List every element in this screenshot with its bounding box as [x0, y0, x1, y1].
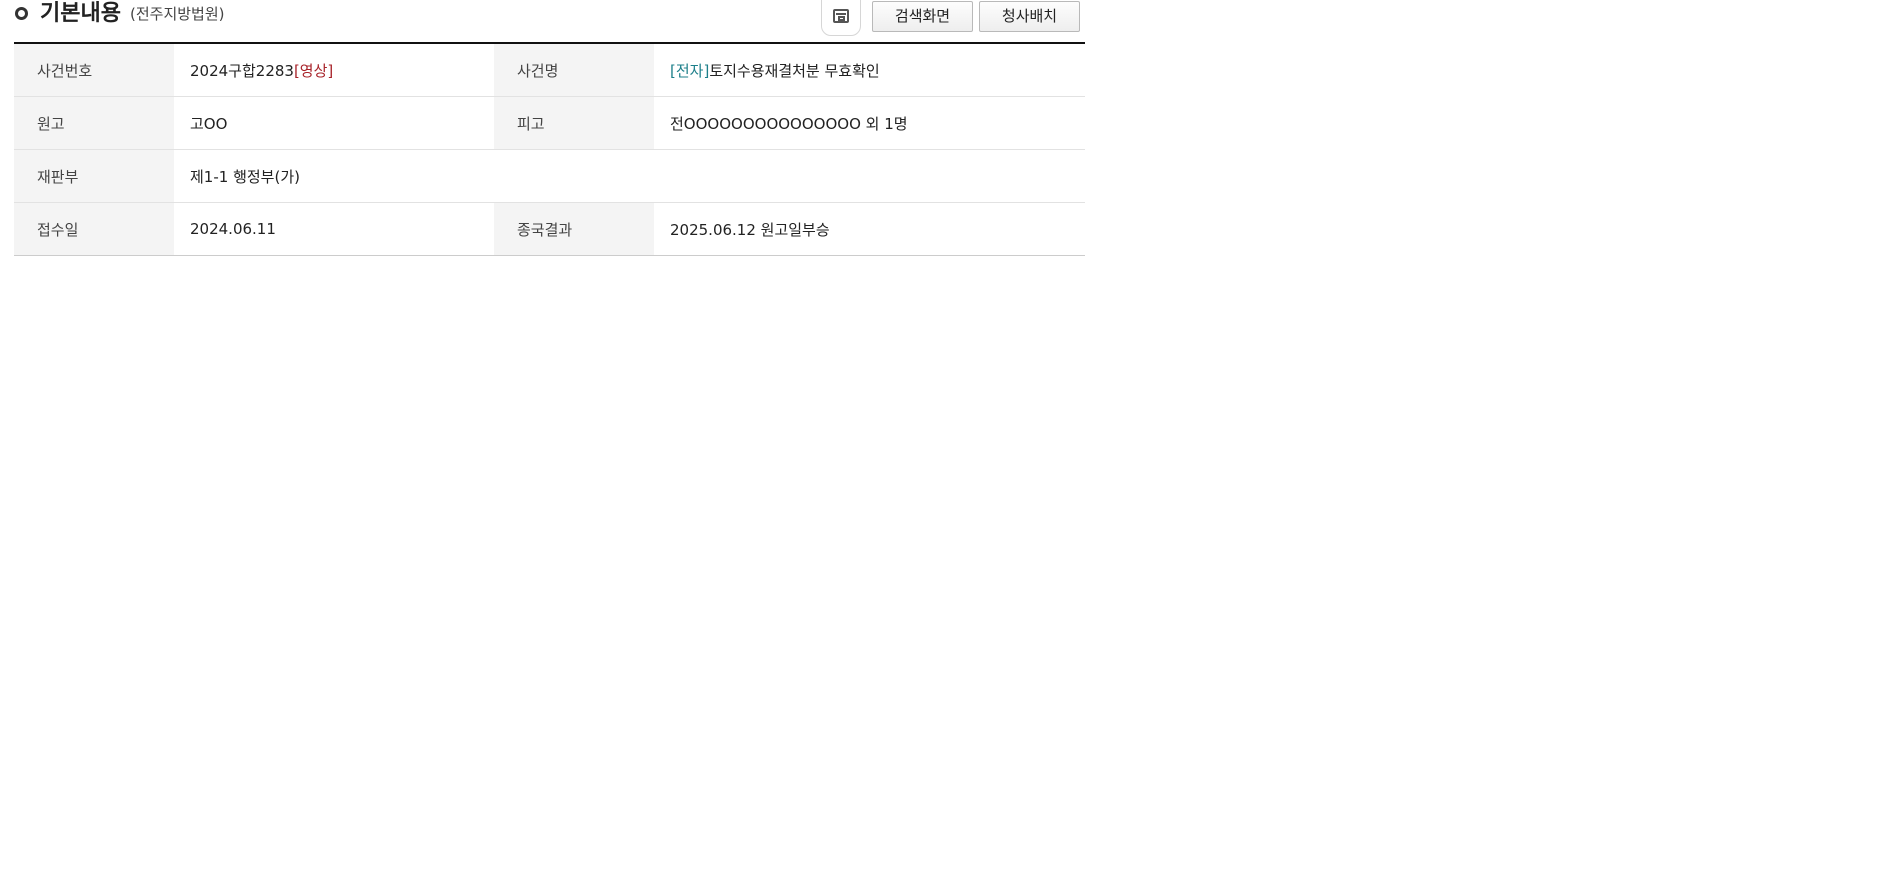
popup-window-button[interactable] [821, 0, 861, 36]
circle-bullet-icon [15, 7, 28, 20]
court-division-value: 제1-1 행정부(가) [174, 149, 1085, 203]
plaintiff-value: 고OO [174, 96, 494, 150]
case-name-value: [전자]토지수용재결처분 무효확인 [654, 44, 1085, 97]
case-number-label: 사건번호 [14, 44, 174, 97]
table-row: 원고 고OO 피고 전OOOOOOOOOOOOOOO 외 1명 [14, 96, 1085, 150]
case-info-table: 사건번호 2024구합2283[영상] 사건명 [전자]토지수용재결처분 무효확… [14, 44, 1085, 256]
video-tag: [영상] [293, 61, 334, 80]
case-name-text: 토지수용재결처분 무효확인 [709, 61, 880, 80]
basic-info-section: 기본내용 (전주지방법원) 검색화면 청사배치 사건번호 2024구합2283[… [14, 0, 1085, 256]
defendant-value: 전OOOOOOOOOOOOOOO 외 1명 [654, 96, 1085, 150]
case-name-label: 사건명 [494, 44, 654, 97]
final-result-label: 종국결과 [494, 202, 654, 256]
defendant-label: 피고 [494, 96, 654, 150]
final-result-value: 2025.06.12 원고일부승 [654, 202, 1085, 256]
court-division-label: 재판부 [14, 149, 174, 203]
section-header: 기본내용 (전주지방법원) 검색화면 청사배치 [14, 0, 1085, 44]
filing-date-label: 접수일 [14, 202, 174, 256]
table-row: 재판부 제1-1 행정부(가) [14, 149, 1085, 203]
filing-date-value: 2024.06.11 [174, 202, 494, 256]
table-row: 접수일 2024.06.11 종국결과 2025.06.12 원고일부승 [14, 202, 1085, 256]
plaintiff-label: 원고 [14, 96, 174, 150]
court-layout-button[interactable]: 청사배치 [979, 1, 1080, 32]
window-icon [833, 9, 849, 23]
court-name: (전주지방법원) [130, 5, 225, 23]
electronic-tag: [전자] [670, 61, 710, 80]
case-number-value: 2024구합2283[영상] [174, 44, 494, 97]
search-screen-button[interactable]: 검색화면 [872, 1, 973, 32]
section-title: 기본내용 [40, 1, 121, 26]
case-number-text: 2024구합2283 [190, 61, 294, 80]
table-row: 사건번호 2024구합2283[영상] 사건명 [전자]토지수용재결처분 무효확… [14, 44, 1085, 97]
